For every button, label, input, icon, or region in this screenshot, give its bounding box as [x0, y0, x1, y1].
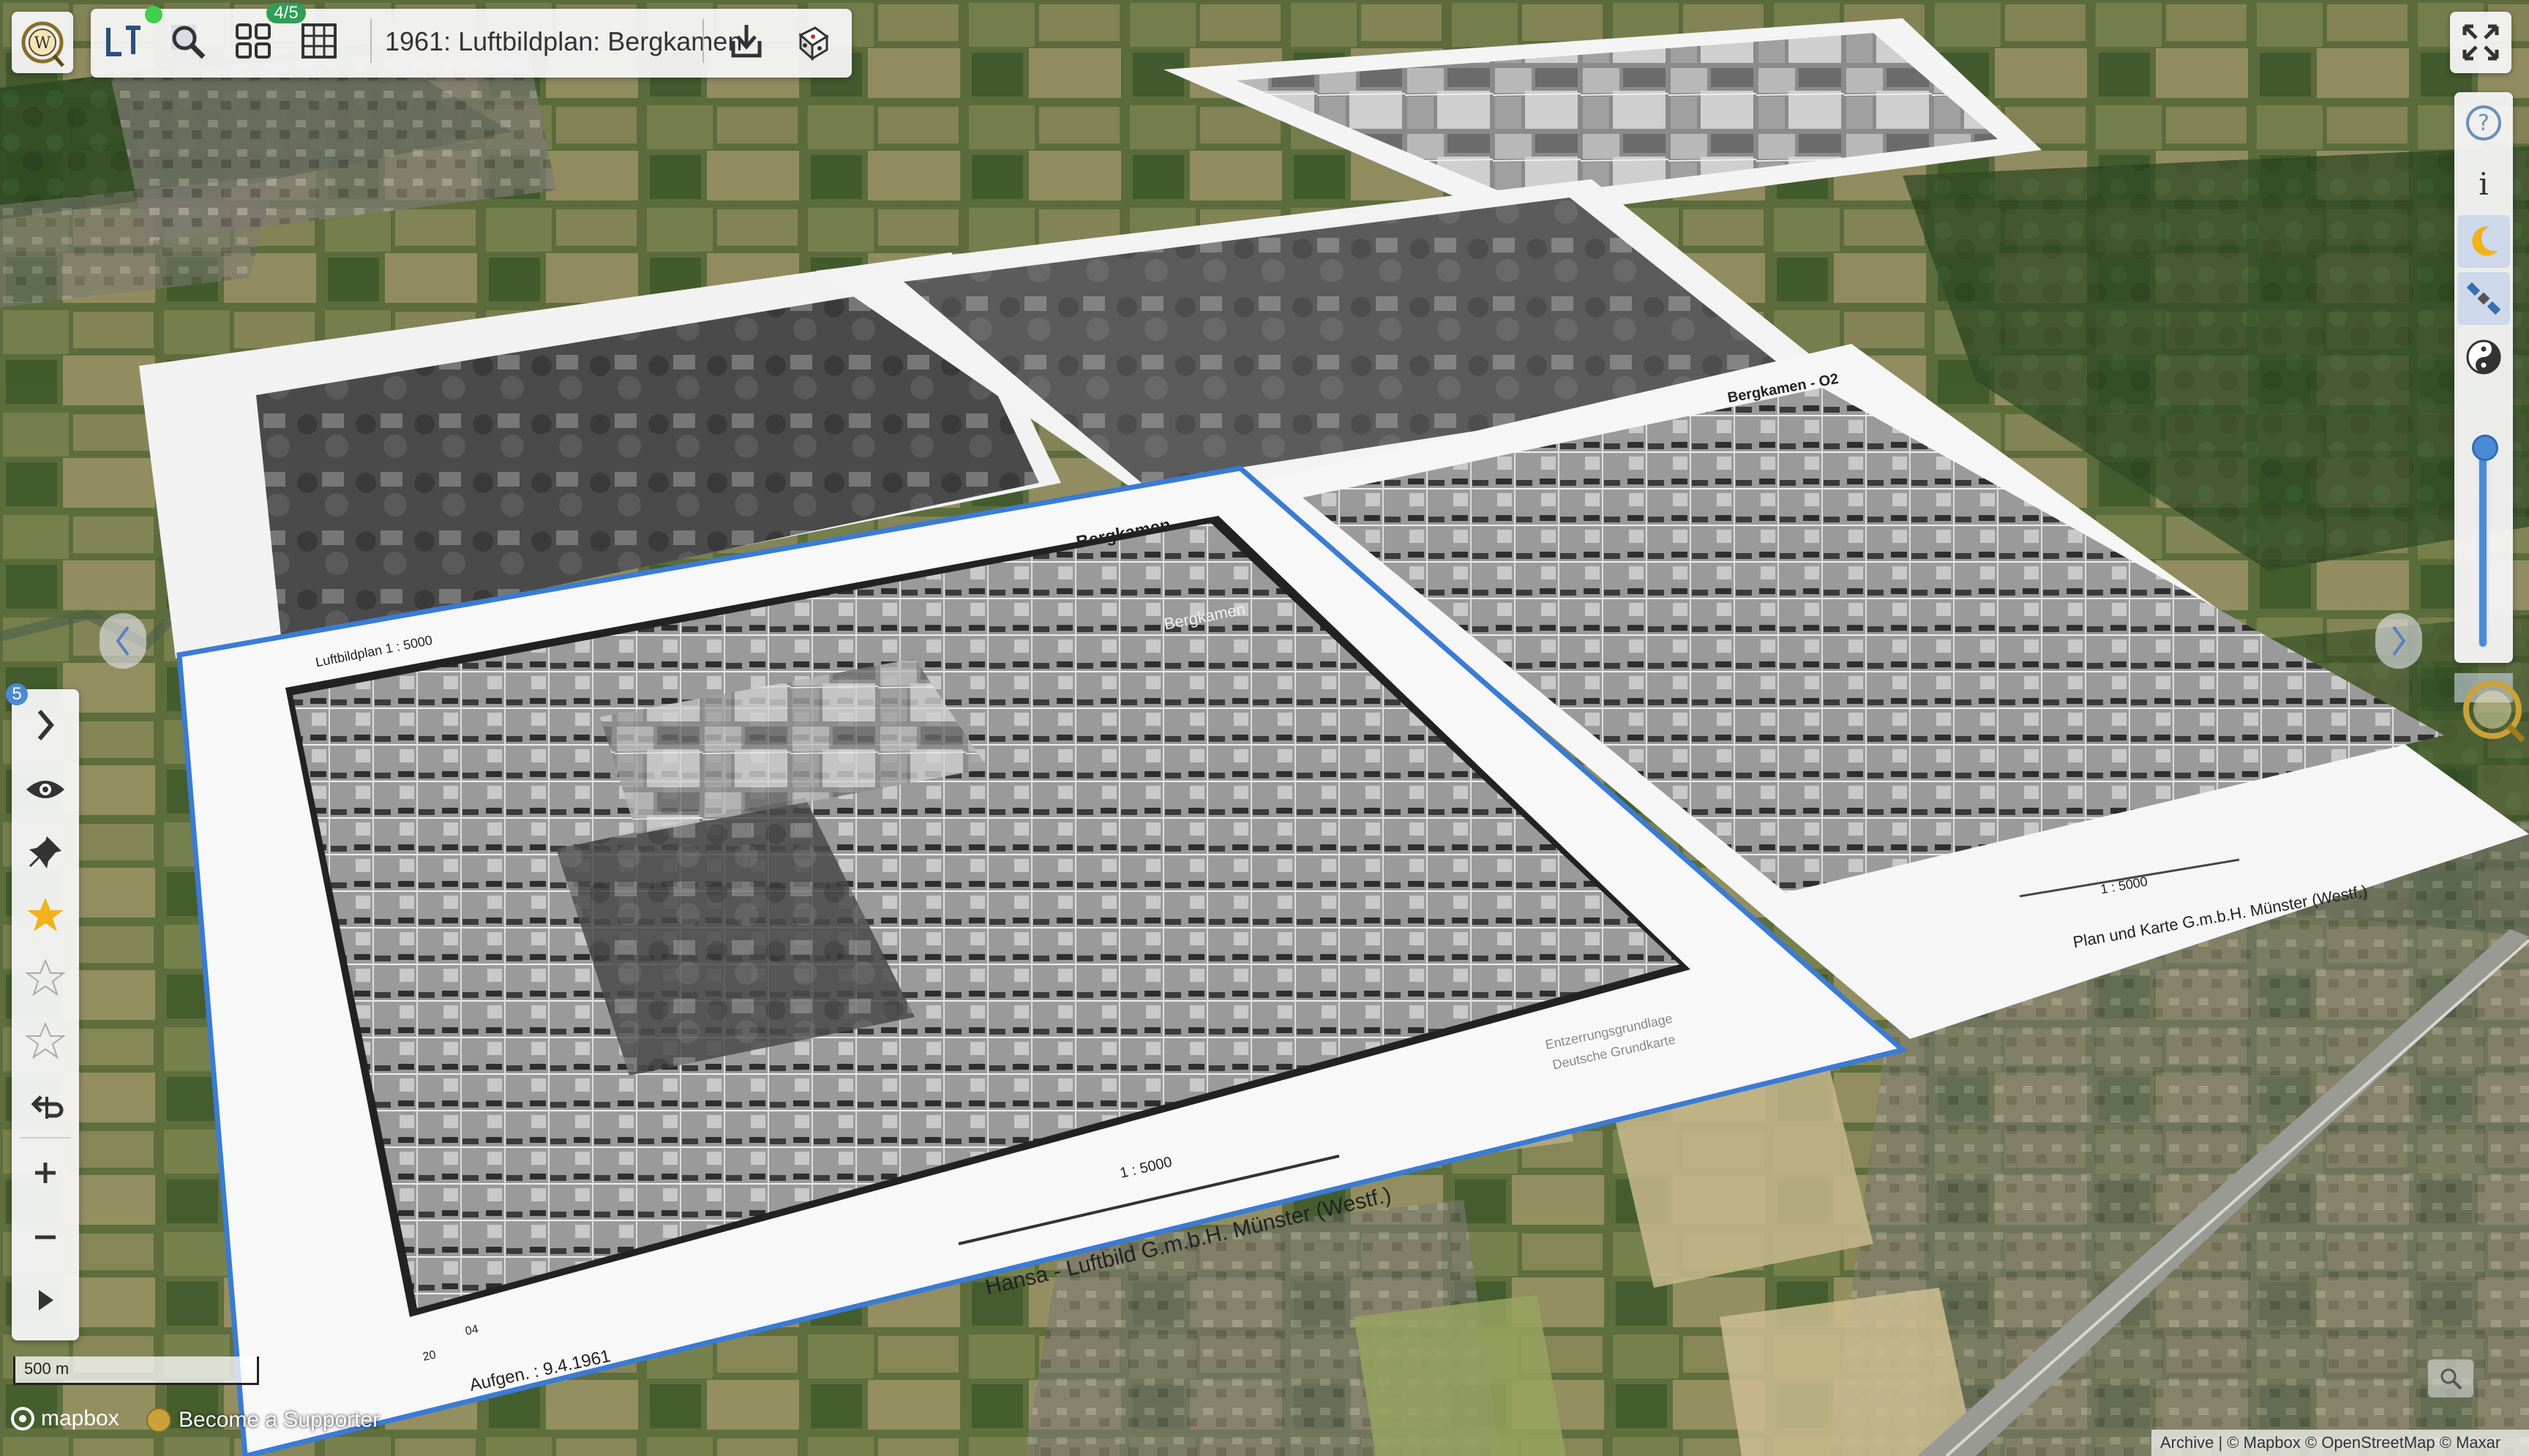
coin-icon [146, 1408, 171, 1433]
eye-icon [26, 781, 64, 798]
chevron-right-icon [2392, 626, 2406, 656]
compass-icon [2454, 673, 2525, 743]
svg-text:i: i [2479, 166, 2488, 202]
night-mode-button[interactable] [2457, 215, 2510, 268]
star-outline-icon [25, 1021, 66, 1059]
mapbox-label: mapbox [41, 1406, 119, 1430]
dice-icon [798, 26, 829, 61]
info-button[interactable]: i [2457, 157, 2510, 209]
scale-bar-label: 500 m [24, 1359, 70, 1378]
layer-count-badge: 5 [6, 683, 28, 705]
toolbar-separator [370, 19, 372, 63]
compass-button[interactable] [2454, 673, 2525, 743]
left-sidebar [12, 689, 79, 1340]
sheet-front-number-a: 20 [422, 1348, 438, 1364]
svg-text:W: W [34, 34, 51, 53]
magnifier-icon [2440, 1368, 2462, 1390]
opacity-slider[interactable] [2472, 435, 2498, 648]
app-logo-icon: W [21, 21, 64, 67]
star-outline-icon [25, 958, 66, 997]
satellite-button[interactable] [2457, 272, 2510, 325]
opacity-slider-handle[interactable] [2472, 435, 2498, 461]
star-filled-icon [27, 898, 64, 931]
yin-yang-icon [2466, 339, 2501, 375]
zoom-in-button[interactable] [6, 1141, 85, 1204]
grid-view-button[interactable] [293, 15, 345, 67]
table-grid-icon [301, 23, 337, 59]
right-toolbar: ? i [2454, 92, 2513, 663]
satellite-icon [2466, 282, 2501, 315]
fullscreen-arrows-icon [2462, 24, 2499, 61]
help-icon: ? [2466, 105, 2501, 140]
layers-toggle-button[interactable] [97, 15, 149, 67]
swipe-compare-button[interactable] [6, 1073, 85, 1136]
attribution[interactable]: Archive | © Mapbox © OpenStreetMap © Max… [2151, 1430, 2529, 1456]
scale-bar: 500 m [13, 1356, 259, 1385]
next-map-arrow[interactable] [2375, 613, 2422, 669]
return-arrow-icon [31, 1095, 64, 1119]
supporter-link[interactable]: Become a Supporter [146, 1408, 380, 1433]
status-indicator-dot [145, 6, 162, 23]
gallery-button[interactable] [227, 15, 280, 67]
mapbox-logo[interactable]: mapbox [10, 1406, 119, 1431]
search-button[interactable] [161, 15, 214, 67]
map-title[interactable]: 1961: Luftbildplan: Bergkamen [385, 26, 742, 57]
grid-squares-icon [236, 23, 271, 59]
zoom-out-button[interactable] [6, 1206, 85, 1269]
toolbar-separator [702, 19, 704, 63]
plus-icon [35, 1163, 56, 1183]
play-icon [39, 1290, 53, 1310]
random-map-button[interactable] [786, 15, 839, 67]
pushpin-icon [29, 836, 61, 868]
moon-icon [2472, 226, 2498, 256]
map-sheets-layer[interactable] [0, 0, 2529, 1456]
chevron-left-icon [116, 626, 130, 656]
contrast-button[interactable] [2457, 331, 2510, 383]
info-icon: i [2479, 166, 2488, 202]
layers-l-icon [106, 26, 140, 56]
download-tray-icon [731, 25, 762, 58]
favorite-star-button-3[interactable] [6, 1010, 85, 1073]
sidebar-separator [20, 1137, 70, 1138]
favorite-star-button-2[interactable] [6, 947, 85, 1010]
sheet-front-number-b: 04 [464, 1323, 480, 1338]
opacity-slider-fill [2479, 449, 2487, 647]
map-search-button[interactable] [2428, 1359, 2473, 1397]
logo-button[interactable]: W [12, 12, 73, 73]
mapbox-icon [11, 1407, 34, 1430]
search-icon [171, 25, 206, 59]
visibility-button[interactable] [6, 758, 85, 821]
supporter-label: Become a Supporter [179, 1408, 381, 1432]
chevron-right-icon [37, 710, 54, 740]
previous-map-arrow[interactable] [100, 613, 146, 669]
help-button[interactable]: ? [2457, 97, 2510, 149]
fullscreen-button[interactable] [2450, 12, 2511, 73]
download-button[interactable] [720, 15, 773, 67]
pin-button[interactable] [6, 821, 85, 884]
svg-text:?: ? [2478, 110, 2489, 136]
top-toolbar: 4/5 1961: Luftbildplan: Bergkamen [91, 3, 852, 78]
play-button[interactable] [6, 1269, 85, 1332]
favorite-star-button-1[interactable] [6, 884, 85, 947]
minus-icon [35, 1235, 56, 1239]
